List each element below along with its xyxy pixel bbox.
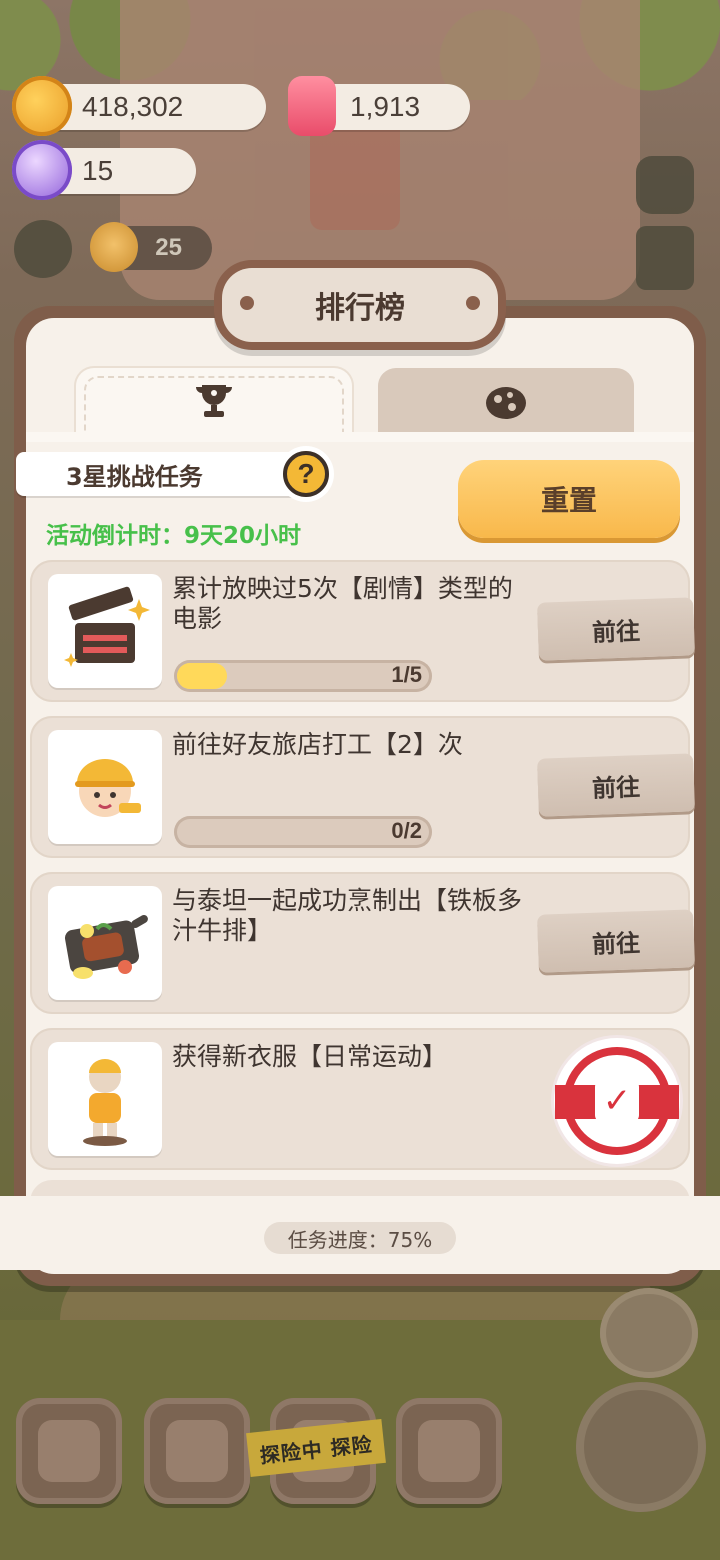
- task-card: 前往好友旅店打工【2】次 0/2 前往: [30, 716, 695, 858]
- build-house-button[interactable]: [16, 1398, 122, 1504]
- tab-ball[interactable]: [378, 368, 634, 434]
- gem-currency[interactable]: 15: [12, 140, 196, 200]
- tab-strip: [26, 432, 694, 442]
- task-progress-count: 1/5: [391, 662, 422, 687]
- tab-trophy[interactable]: [76, 368, 352, 436]
- task-progress-bar: 1/5: [174, 660, 432, 692]
- character-menu-button[interactable]: [576, 1382, 706, 1512]
- steak-plate-icon: [48, 886, 162, 1000]
- task-card: 获得新衣服【日常运动】 ✓: [30, 1028, 690, 1170]
- candle-amount: 1,913: [350, 91, 421, 122]
- help-button[interactable]: ?: [278, 446, 334, 502]
- candle-currency[interactable]: 1,913: [288, 76, 470, 136]
- level-value: 25: [155, 234, 182, 261]
- task-card: 累计放映过5次【剧情】类型的电影 1/5 前往: [30, 560, 695, 702]
- settings-gear-icon[interactable]: [636, 156, 694, 214]
- sun-icon[interactable]: [14, 220, 72, 278]
- clapperboard-icon: [48, 574, 162, 688]
- task-description: 获得新衣服【日常运动】: [172, 1042, 448, 1071]
- go-button[interactable]: 前往: [537, 753, 695, 817]
- character-face-icon: [90, 222, 138, 272]
- cat-bag-icon[interactable]: [600, 1288, 698, 1378]
- go-button[interactable]: 前往: [537, 597, 695, 661]
- go-button[interactable]: 前往: [537, 909, 695, 973]
- panel-title-text: 排行榜: [315, 291, 405, 326]
- cookie-coin-icon: [12, 76, 72, 136]
- candle-icon: [288, 76, 336, 136]
- task-card: 与泰坦一起成功烹制出【铁板多汁牛排】 前往: [30, 872, 695, 1014]
- ball-icon: [482, 381, 530, 421]
- task-progress-count: 0/2: [391, 818, 422, 843]
- checkmark-icon: ✓: [595, 1079, 639, 1123]
- completed-stamp: ✓: [554, 1038, 680, 1164]
- worker-character-icon: [48, 730, 162, 844]
- gem-icon: [12, 140, 72, 200]
- mushroom-house-icon: [38, 1420, 100, 1482]
- task-progress-bar: 0/2: [174, 816, 432, 848]
- level-chip[interactable]: 25: [90, 222, 212, 272]
- task-progress-summary: 任务进度：75%: [264, 1222, 456, 1254]
- task-description: 与泰坦一起成功烹制出【铁板多汁牛排】: [172, 886, 523, 945]
- task-description: 累计放映过5次【剧情】类型的电影: [172, 574, 513, 633]
- question-mark-icon: ?: [283, 451, 329, 497]
- reset-button[interactable]: 重置: [458, 460, 680, 538]
- shop-stall-icon: [418, 1420, 480, 1482]
- trophy-icon: [190, 381, 238, 421]
- stamp-card-icon[interactable]: [636, 226, 694, 290]
- notebook-icon: [166, 1420, 228, 1482]
- challenge-label-text: 3星挑战任务: [66, 462, 203, 491]
- notes-button[interactable]: [144, 1398, 250, 1504]
- cookie-amount: 418,302: [82, 91, 184, 122]
- event-countdown: 活动倒计时：9天20小时: [46, 523, 302, 549]
- task-description: 前往好友旅店打工【2】次: [172, 730, 463, 759]
- panel-title: 排行榜: [222, 268, 498, 342]
- shop-button[interactable]: [396, 1398, 502, 1504]
- cookie-currency[interactable]: 418,302: [12, 76, 266, 136]
- outfit-figure-icon: [48, 1042, 162, 1156]
- task-progress-fill: [177, 663, 228, 689]
- gem-amount: 15: [82, 155, 114, 186]
